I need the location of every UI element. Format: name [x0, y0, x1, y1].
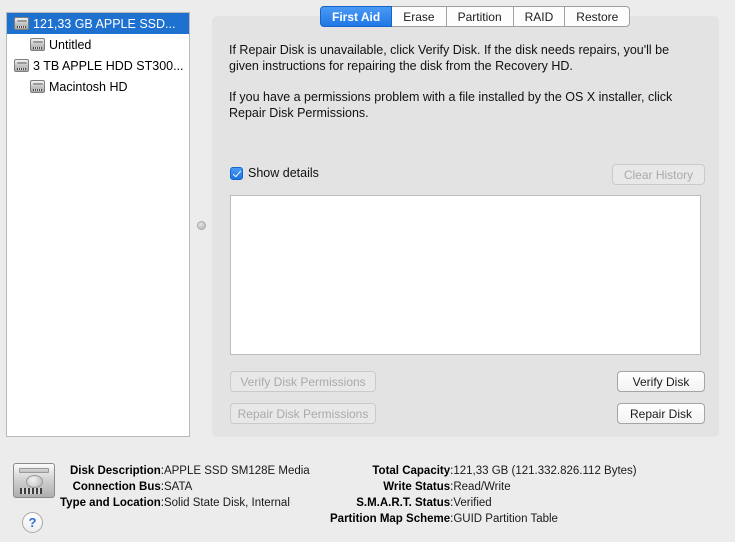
repair-disk-permissions-button[interactable]: Repair Disk Permissions [230, 403, 376, 424]
info-row: Total Capacity:121,33 GB (121.332.826.11… [330, 463, 637, 479]
show-details-label: Show details [248, 166, 319, 180]
info-row: Connection Bus: SATA [60, 479, 310, 495]
hard-drive-icon [30, 38, 45, 51]
info-value: GUID Partition Table [453, 513, 558, 525]
info-key: Connection Bus [72, 481, 161, 493]
sidebar-item-label: 3 TB APPLE HDD ST300... [33, 58, 184, 73]
instruction-paragraph-1: If Repair Disk is unavailable, click Ver… [229, 43, 670, 73]
details-row: Show details Clear History [230, 164, 705, 186]
info-value: 121,33 GB (121.332.826.112 Bytes) [453, 465, 637, 477]
info-row: S.M.A.R.T. Status: Verified [330, 495, 637, 511]
platter-detail-icon [26, 475, 43, 488]
repair-disk-button[interactable]: Repair Disk [617, 403, 705, 424]
disk-list-sidebar[interactable]: 121,33 GB APPLE SSD... Untitled 3 TB APPLE… [6, 12, 190, 437]
info-key: Write Status [383, 481, 451, 493]
log-output-textarea[interactable] [230, 195, 701, 355]
sidebar-item-label: Untitled [49, 37, 92, 52]
info-key: Disk Description [70, 465, 161, 477]
sidebar-item-volume[interactable]: Macintosh HD [7, 76, 189, 97]
clear-history-button[interactable]: Clear History [612, 164, 705, 185]
tab-partition[interactable]: Partition [446, 6, 514, 27]
info-key: Partition Map Scheme [330, 513, 451, 525]
info-value: SATA [163, 481, 193, 493]
disk-info-right: Total Capacity:121,33 GB (121.332.826.11… [330, 463, 637, 527]
sidebar-item-drive[interactable]: 3 TB APPLE HDD ST300... [7, 55, 189, 76]
info-key: Type and Location [60, 497, 161, 509]
first-aid-panel: If Repair Disk is unavailable, click Ver… [212, 16, 719, 437]
tab-bar[interactable]: First Aid Erase Partition RAID Restore [320, 6, 631, 27]
info-key: Total Capacity [372, 465, 451, 477]
hard-drive-icon [30, 80, 45, 93]
verify-disk-button[interactable]: Verify Disk [617, 371, 705, 392]
info-row: Write Status: Read/Write [330, 479, 637, 495]
info-row: Partition Map Scheme: GUID Partition Tabl… [330, 511, 637, 527]
disk-info-left: Disk Description: APPLE SSD SM128E Media C… [60, 463, 310, 511]
info-value: Solid State Disk, Internal [163, 497, 290, 509]
info-value: Verified [453, 497, 492, 509]
tab-first-aid[interactable]: First Aid [320, 6, 393, 27]
instruction-paragraph-2: If you have a permissions problem with a… [229, 90, 673, 120]
info-row: Disk Description: APPLE SSD SM128E Media [60, 463, 310, 479]
hard-drive-icon [14, 17, 29, 30]
verify-disk-permissions-button[interactable]: Verify Disk Permissions [230, 371, 376, 392]
tab-raid[interactable]: RAID [513, 6, 566, 27]
tab-restore[interactable]: Restore [565, 6, 631, 27]
checkmark-icon[interactable] [230, 166, 243, 180]
hard-drive-icon-large [13, 463, 55, 498]
info-row: Type and Location: Solid State Disk, Inte… [60, 495, 310, 511]
sidebar-item-volume[interactable]: Untitled [7, 34, 189, 55]
sidebar-item-drive[interactable]: 121,33 GB APPLE SSD... [7, 13, 189, 34]
sidebar-item-label: 121,33 GB APPLE SSD... [33, 16, 176, 31]
info-value: APPLE SSD SM128E Media [163, 465, 310, 477]
info-key: S.M.A.R.T. Status [356, 497, 451, 509]
info-value: Read/Write [453, 481, 511, 493]
tab-erase[interactable]: Erase [392, 6, 447, 27]
sidebar-item-label: Macintosh HD [49, 79, 128, 94]
help-button[interactable]: ? [22, 512, 43, 533]
hard-drive-icon [14, 59, 29, 72]
show-details-checkbox[interactable]: Show details [230, 166, 319, 180]
splitter-handle[interactable] [197, 221, 206, 230]
instructions-text: If Repair Disk is unavailable, click Ver… [229, 42, 699, 121]
